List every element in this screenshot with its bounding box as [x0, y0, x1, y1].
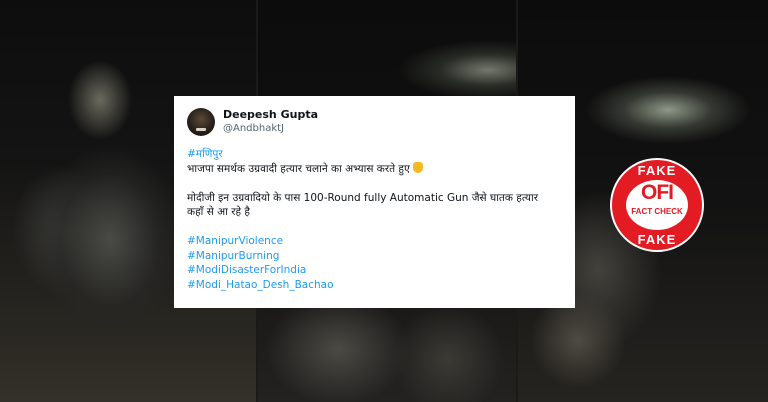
hashtag-link[interactable]: #Modi_Hatao_Desh_Bachao: [187, 278, 565, 293]
hashtag-link[interactable]: #ManipurBurning: [187, 249, 565, 264]
fake-fact-check-stamp: FAKE OFI FACT CHECK FAKE: [610, 158, 704, 252]
tweet-line: कहाँ से आ रहे है: [187, 206, 250, 218]
author-name[interactable]: Deepesh Gupta: [223, 108, 318, 122]
tweet-line: मोदीजी इन उग्रवादियो के पास 100-Round fu…: [187, 191, 539, 204]
hashtag-link[interactable]: #ManipurViolence: [187, 234, 565, 249]
tweet-card[interactable]: Deepesh Gupta @AndbhaktJ #मणिपुर भाजपा स…: [174, 96, 575, 308]
author-block: Deepesh Gupta @AndbhaktJ: [223, 108, 318, 136]
hashtag-manipur[interactable]: #मणिपुर: [187, 147, 565, 162]
avatar[interactable]: [187, 108, 215, 136]
tweet-line: भाजपा समर्थक उग्रवादी हत्यार चलाने का अभ…: [187, 161, 565, 177]
stamp-bottom-text: FAKE: [637, 232, 677, 247]
pointing-down-emoji-icon: [412, 161, 423, 173]
tweet-header: Deepesh Gupta @AndbhaktJ: [187, 104, 565, 140]
tweet-text: #मणिपुर भाजपा समर्थक उग्रवादी हत्यार चला…: [187, 147, 565, 292]
hashtag-link[interactable]: #ModiDisasterForIndia: [187, 263, 565, 278]
author-handle[interactable]: @AndbhaktJ: [223, 122, 318, 136]
tweet-line-text: भाजपा समर्थक उग्रवादी हत्यार चलाने का अभ…: [187, 162, 410, 175]
stamp-subtitle: FACT CHECK: [631, 207, 683, 216]
stamp-top-text: FAKE: [637, 163, 677, 178]
ofi-logo: OFI: [641, 181, 674, 204]
